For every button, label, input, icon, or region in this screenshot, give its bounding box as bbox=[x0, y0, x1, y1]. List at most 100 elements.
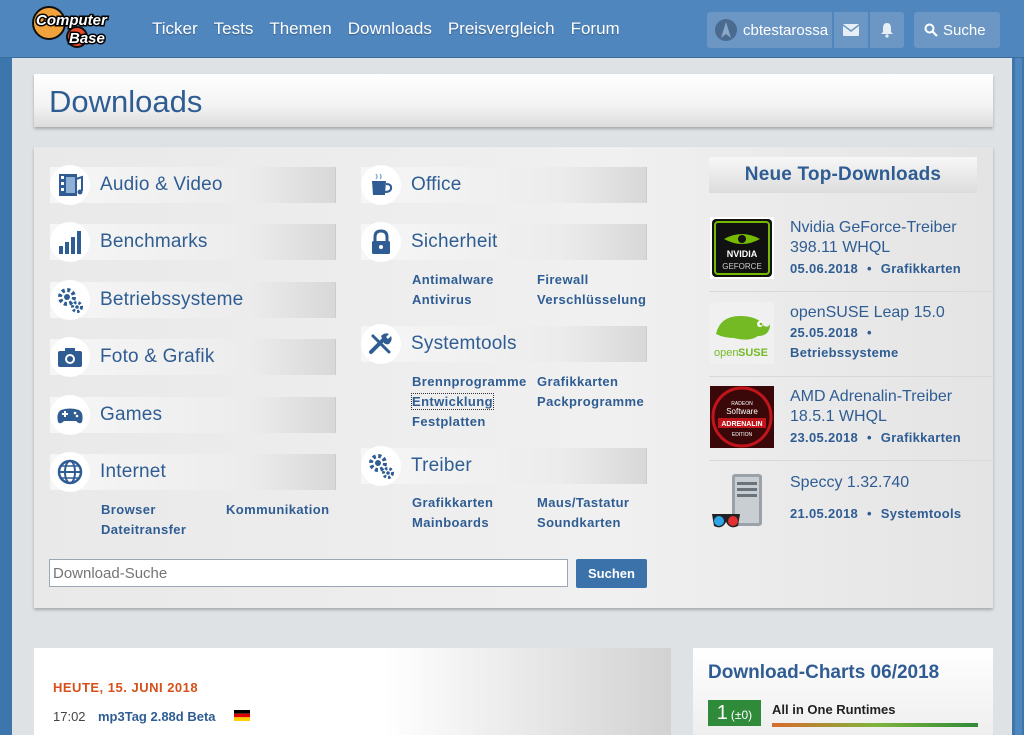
messages-button[interactable] bbox=[834, 12, 868, 48]
category-bar bbox=[361, 448, 647, 484]
envelope-icon bbox=[843, 24, 859, 36]
category-label: Benchmarks bbox=[100, 231, 208, 252]
tools-icon bbox=[361, 324, 401, 364]
bell-icon bbox=[881, 23, 893, 38]
svg-text:Base: Base bbox=[69, 30, 105, 47]
top-download-date: 23.05.2018 bbox=[790, 430, 859, 445]
nav-tests[interactable]: Tests bbox=[214, 19, 254, 39]
chart-entry-title[interactable]: All in One Runtimes bbox=[772, 702, 896, 717]
category-internet[interactable]: Internet bbox=[50, 452, 336, 492]
category-systemtools[interactable]: Systemtools bbox=[361, 324, 647, 364]
search-button[interactable]: Suche bbox=[914, 12, 1000, 48]
news-entry-link[interactable]: mp3Tag 2.88d Beta bbox=[98, 709, 216, 724]
subcategory-dateitransfer[interactable]: Dateitransfer bbox=[101, 522, 186, 537]
subcategory-soundkarten[interactable]: Soundkarten bbox=[537, 515, 621, 530]
gamepad-icon bbox=[50, 395, 90, 435]
subcategory-packprogramme[interactable]: Packprogramme bbox=[537, 394, 644, 409]
category-label: Audio & Video bbox=[100, 174, 223, 195]
category-label: Betriebssysteme bbox=[100, 289, 244, 310]
category-label: Internet bbox=[100, 461, 167, 482]
subcategory-verschluesselung[interactable]: Verschlüsselung bbox=[537, 292, 646, 307]
subcategory-mainboards[interactable]: Mainboards bbox=[412, 515, 489, 530]
top-download-category[interactable]: Grafikkarten bbox=[881, 261, 961, 276]
subcategory-firewall[interactable]: Firewall bbox=[537, 272, 589, 287]
top-download-item[interactable]: open SUSE openSUSE Leap 15.0 25.05.2018 … bbox=[709, 302, 993, 386]
subcategory-antivirus[interactable]: Antivirus bbox=[412, 292, 472, 307]
page-title-box: Downloads bbox=[34, 74, 993, 127]
user-menu-button[interactable]: cbtestarossa bbox=[707, 12, 832, 48]
download-charts-heading[interactable]: Download-Charts 06/2018 bbox=[708, 662, 939, 684]
computerbase-logo[interactable]: Computer Base bbox=[32, 6, 124, 52]
nav-preisvergleich[interactable]: Preisvergleich bbox=[448, 19, 555, 39]
svg-text:Computer: Computer bbox=[36, 12, 108, 29]
nav-ticker[interactable]: Ticker bbox=[152, 19, 198, 39]
svg-text:NVIDIA: NVIDIA bbox=[727, 249, 758, 259]
svg-text:EDITION: EDITION bbox=[732, 432, 753, 438]
subcategory-entwicklung[interactable]: Entwicklung bbox=[411, 393, 494, 410]
vertical-scrollbar[interactable] bbox=[1012, 58, 1024, 735]
subcategory-antimalware[interactable]: Antimalware bbox=[412, 272, 494, 287]
category-bar bbox=[50, 454, 336, 490]
top-download-name[interactable]: Speccy 1.32.740 bbox=[790, 473, 990, 493]
subcategory-browser[interactable]: Browser bbox=[101, 502, 156, 517]
top-download-meta: 21.05.2018 • Systemtools bbox=[790, 506, 961, 521]
category-bar bbox=[361, 167, 647, 203]
category-office[interactable]: Office bbox=[361, 165, 647, 205]
category-benchmarks[interactable]: Benchmarks bbox=[50, 222, 336, 262]
category-treiber[interactable]: Treiber bbox=[361, 446, 647, 486]
news-ticker-panel: HEUTE, 15. JUNI 2018 17:02 mp3Tag 2.88d … bbox=[34, 648, 671, 735]
top-download-date: 05.06.2018 bbox=[790, 261, 859, 276]
user-controls: cbtestarossa Suche bbox=[707, 12, 1000, 48]
top-download-item[interactable]: NVIDIA GEFORCE Nvidia GeForce-Treiber 39… bbox=[709, 217, 993, 301]
user-avatar-icon bbox=[715, 19, 737, 41]
gears-icon bbox=[361, 446, 401, 486]
nav-themen[interactable]: Themen bbox=[269, 19, 331, 39]
category-sicherheit[interactable]: Sicherheit bbox=[361, 222, 647, 262]
top-download-item[interactable]: RADEON Software ADRENALIN EDITION AMD Ad… bbox=[709, 386, 993, 470]
speccy-logo bbox=[712, 474, 762, 528]
subcategory-kommunikation[interactable]: Kommunikation bbox=[226, 502, 329, 517]
category-betriebssysteme[interactable]: Betriebssysteme bbox=[50, 280, 336, 320]
german-flag-icon bbox=[234, 710, 250, 721]
top-downloads-heading: Neue Top-Downloads bbox=[709, 157, 977, 193]
subcategory-maus-tastatur[interactable]: Maus/Tastatur bbox=[537, 495, 629, 510]
category-label: Systemtools bbox=[411, 333, 517, 354]
subcategory-grafikkarten[interactable]: Grafikkarten bbox=[537, 374, 618, 389]
category-audio-video[interactable]: Audio & Video bbox=[50, 165, 336, 205]
download-charts-panel: Download-Charts 06/2018 1 (±0) All in On… bbox=[693, 648, 993, 735]
top-download-category[interactable]: Systemtools bbox=[881, 506, 962, 521]
top-download-item[interactable]: Speccy 1.32.740 21.05.2018 • Systemtools bbox=[709, 472, 993, 556]
category-bar bbox=[50, 397, 336, 433]
divider bbox=[709, 376, 993, 377]
subcategory-festplatten[interactable]: Festplatten bbox=[412, 414, 486, 429]
main-nav: Ticker Tests Themen Downloads Preisvergl… bbox=[152, 19, 636, 39]
news-date: HEUTE, 15. JUNI 2018 bbox=[53, 680, 199, 695]
category-label: Sicherheit bbox=[411, 231, 498, 252]
gears-icon bbox=[50, 280, 90, 320]
download-search-input[interactable] bbox=[49, 559, 568, 587]
category-foto-grafik[interactable]: Foto & Grafik bbox=[50, 337, 336, 377]
top-navigation-bar: Computer Base Ticker Tests Themen Downlo… bbox=[0, 0, 1024, 58]
nav-downloads[interactable]: Downloads bbox=[348, 19, 432, 39]
subcategory-brennprogramme[interactable]: Brennprogramme bbox=[412, 374, 527, 389]
chart-rank: 1 bbox=[716, 702, 728, 724]
scrollbar-thumb[interactable] bbox=[1015, 58, 1022, 735]
logo-wordmark: Computer Base bbox=[35, 11, 110, 49]
category-games[interactable]: Games bbox=[50, 395, 336, 435]
film-music-icon bbox=[50, 165, 90, 205]
top-download-name[interactable]: Nvidia GeForce-Treiber 398.11 WHQL bbox=[790, 218, 990, 258]
top-download-name[interactable]: openSUSE Leap 15.0 bbox=[790, 303, 990, 323]
download-search-button[interactable]: Suchen bbox=[576, 559, 647, 588]
nav-forum[interactable]: Forum bbox=[571, 19, 620, 39]
top-download-category[interactable]: Grafikkarten bbox=[881, 430, 961, 445]
divider bbox=[709, 291, 993, 292]
bar-chart-icon bbox=[50, 222, 90, 262]
svg-text:Software: Software bbox=[726, 407, 758, 416]
notifications-button[interactable] bbox=[870, 12, 904, 48]
subcategory-grafikkarten[interactable]: Grafikkarten bbox=[412, 495, 493, 510]
top-download-name[interactable]: AMD Adrenalin-Treiber 18.5.1 WHQL bbox=[790, 387, 990, 427]
camera-icon bbox=[50, 337, 90, 377]
top-download-category[interactable]: Betriebssysteme bbox=[790, 345, 899, 360]
separator: • bbox=[867, 325, 872, 340]
top-download-meta: 23.05.2018 • Grafikkarten bbox=[790, 430, 961, 445]
